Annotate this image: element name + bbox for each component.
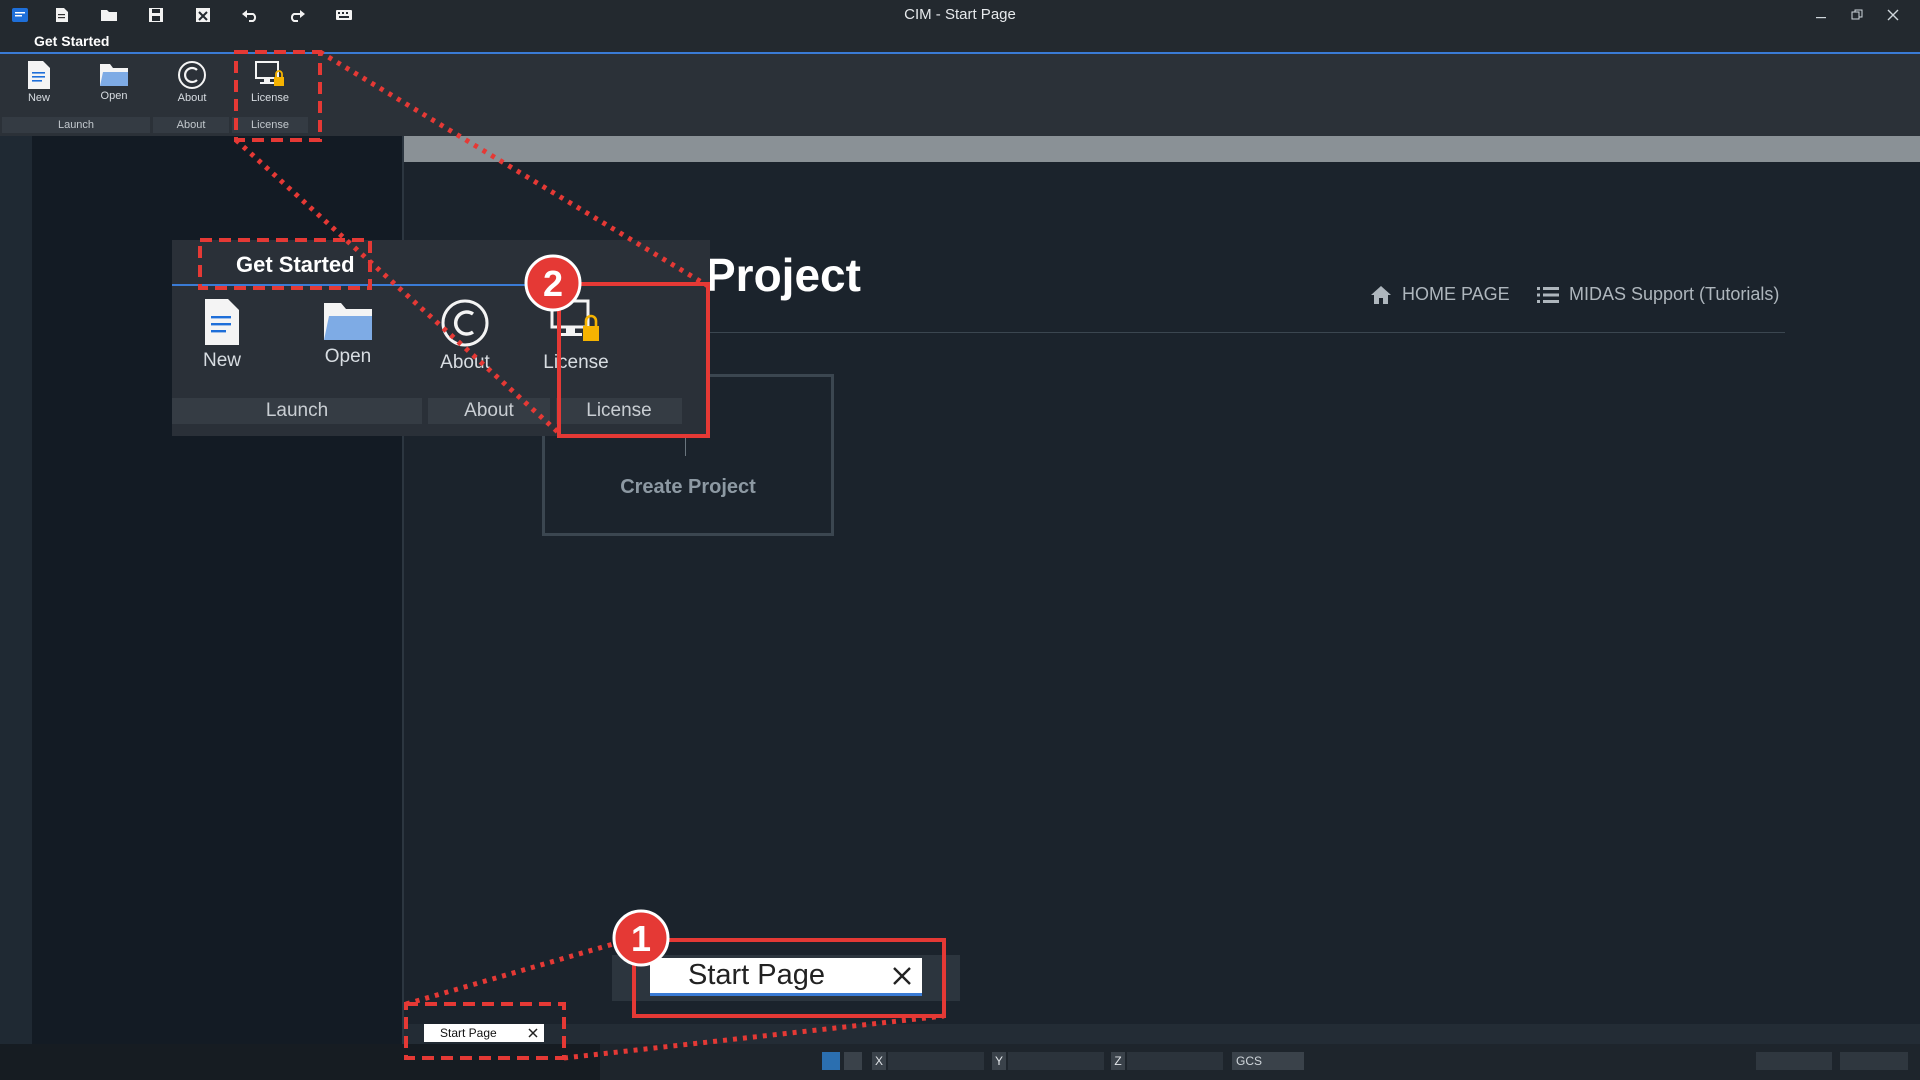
unit-dropdown[interactable]: [1756, 1052, 1832, 1070]
monitor-lock-icon: [255, 61, 284, 86]
list-icon: [1537, 286, 1559, 303]
snap-toggle-icon[interactable]: [822, 1052, 840, 1070]
window-title: CIM - Start Page: [904, 6, 1016, 23]
title-bar: CIM - Start Page: [0, 0, 1920, 30]
group-label-launch: Launch: [2, 117, 150, 133]
document-tab-bar: [404, 1024, 1920, 1044]
ribbon-panel: New Open About License Launch About Lice…: [0, 54, 1920, 136]
zoom-start-page-tab: Start Page: [650, 958, 922, 996]
zoom-tab-underline: [172, 284, 710, 286]
home-page-link[interactable]: HOME PAGE: [1370, 284, 1510, 305]
zoom-new-button: New: [172, 298, 272, 380]
home-icon: [1371, 285, 1391, 304]
restore-icon[interactable]: [1842, 3, 1872, 27]
zoom-tab-get-started: Get Started: [236, 252, 355, 277]
zoom-group-about: About: [428, 398, 550, 424]
copyright-icon: [441, 299, 489, 347]
left-toolbar-strip: [0, 136, 32, 1044]
minimize-icon[interactable]: [1806, 3, 1836, 27]
midas-support-link[interactable]: MIDAS Support (Tutorials): [1537, 284, 1779, 305]
page-title: Project: [705, 249, 861, 301]
close-tab-icon[interactable]: [528, 1028, 538, 1038]
zoom-license-button: License: [526, 298, 626, 380]
close-tab-icon: [893, 966, 911, 985]
start-page-tab[interactable]: Start Page: [424, 1024, 544, 1042]
zoom-about-button: About: [415, 298, 515, 380]
document-header-bar: [404, 136, 1920, 162]
unit-dropdown-2[interactable]: [1840, 1052, 1908, 1070]
z-coord-label: Z: [1111, 1052, 1125, 1070]
zoom-group-launch: Launch: [172, 398, 422, 424]
copyright-icon: [178, 61, 206, 89]
group-label-license: License: [232, 117, 308, 133]
monitor-lock-icon: [550, 299, 599, 341]
close-window-icon[interactable]: [1878, 3, 1908, 27]
status-bar-left: [0, 1044, 600, 1080]
z-coord-input[interactable]: [1127, 1052, 1223, 1070]
create-project-label: Create Project: [620, 476, 756, 498]
ribbon-zoom-callout: Get Started New Open About License Launc…: [172, 240, 710, 436]
start-page-tab-label: Start Page: [440, 1026, 497, 1040]
y-coord-label: Y: [992, 1052, 1006, 1070]
zoom-group-license: License: [556, 398, 682, 424]
ribbon-tab-strip: Get Started: [0, 30, 1920, 54]
new-file-icon: [205, 299, 239, 345]
open-folder-icon: [324, 303, 372, 340]
coordinate-system-select[interactable]: GCS: [1232, 1052, 1304, 1070]
group-label-about: About: [153, 117, 229, 133]
x-coord-input[interactable]: [888, 1052, 984, 1070]
new-button[interactable]: New: [4, 60, 74, 114]
x-coord-label: X: [872, 1052, 886, 1070]
open-button[interactable]: Open: [79, 60, 149, 114]
about-button[interactable]: About: [157, 60, 227, 114]
tab-get-started[interactable]: Get Started: [34, 33, 109, 49]
zoom-open-button: Open: [298, 298, 398, 380]
angle-toggle-icon[interactable]: [844, 1052, 862, 1070]
open-folder-icon: [100, 64, 128, 86]
header-divider: [705, 332, 1785, 333]
y-coord-input[interactable]: [1008, 1052, 1104, 1070]
new-file-icon: [28, 61, 50, 89]
license-button[interactable]: License: [235, 60, 305, 114]
create-card-tick: [685, 438, 686, 456]
